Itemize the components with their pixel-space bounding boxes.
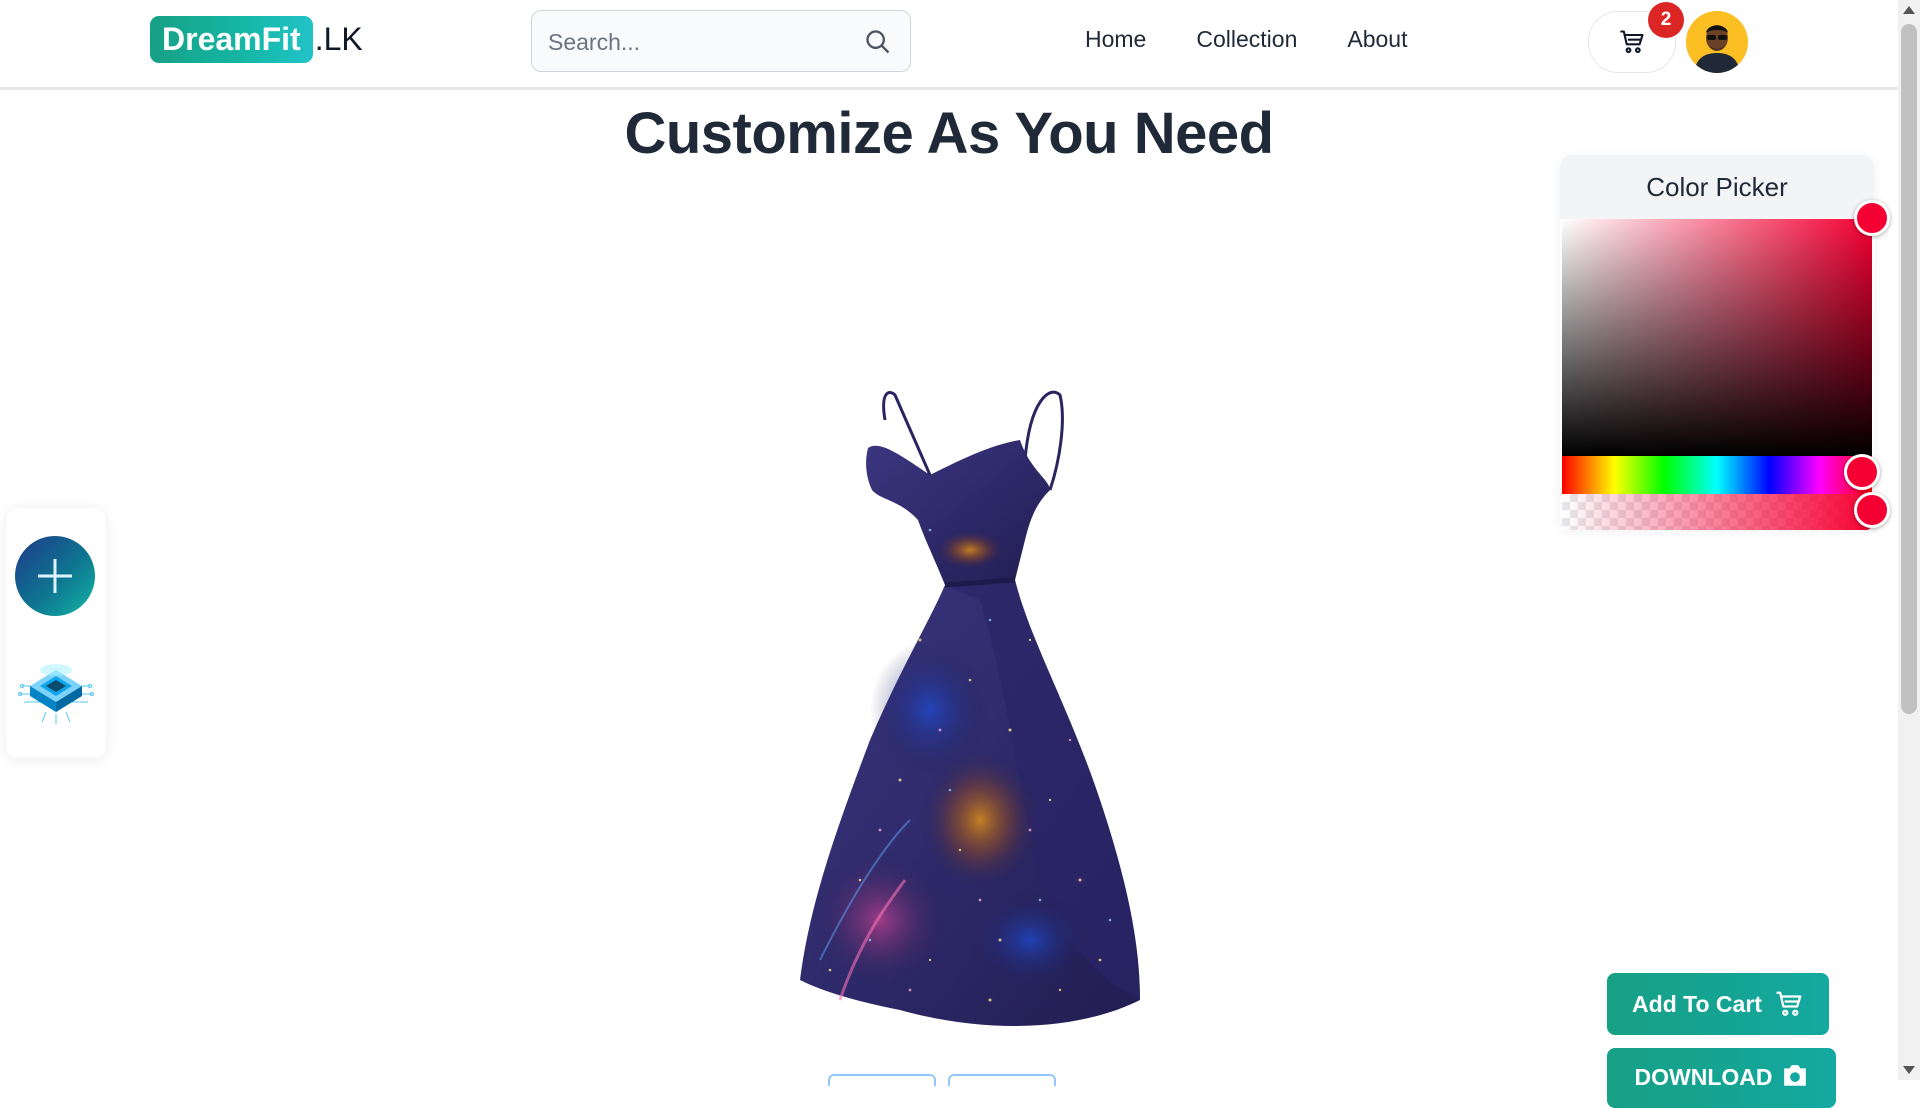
view-tab-2[interactable] xyxy=(948,1074,1056,1086)
nav-about[interactable]: About xyxy=(1347,26,1407,53)
cart-count-badge: 2 xyxy=(1648,2,1684,38)
add-to-cart-button[interactable]: Add To Cart xyxy=(1607,973,1829,1035)
download-button[interactable]: DOWNLOAD xyxy=(1607,1048,1836,1108)
main-nav: Home Collection About xyxy=(1085,26,1407,53)
scroll-up-arrow[interactable] xyxy=(1903,6,1915,14)
plus-icon xyxy=(38,559,72,593)
add-to-cart-label: Add To Cart xyxy=(1632,990,1762,1017)
color-picker-panel: Color Picker xyxy=(1560,155,1890,530)
alpha-slider[interactable] xyxy=(1562,494,1872,530)
saturation-area[interactable] xyxy=(1562,219,1872,456)
logo-suffix: .LK xyxy=(314,21,363,57)
nav-collection[interactable]: Collection xyxy=(1196,26,1297,53)
ai-chip-icon xyxy=(18,664,94,724)
logo[interactable]: DreamFit .LK xyxy=(150,16,363,63)
top-navbar: DreamFit .LK Home Collection About 2 xyxy=(0,0,1898,90)
view-tab-1[interactable] xyxy=(828,1074,936,1086)
search-icon[interactable] xyxy=(864,28,892,56)
ai-generate-button[interactable] xyxy=(16,656,96,726)
search-input[interactable] xyxy=(546,23,850,61)
hue-handle[interactable] xyxy=(1844,454,1880,490)
add-element-button[interactable] xyxy=(15,536,95,616)
scroll-thumb[interactable] xyxy=(1901,24,1917,714)
search-box xyxy=(531,10,911,72)
view-tabs xyxy=(828,1074,1056,1086)
alpha-handle[interactable] xyxy=(1854,492,1890,528)
logo-main: DreamFit xyxy=(150,16,313,63)
dress-3d-model[interactable] xyxy=(730,380,1170,1040)
cart-icon xyxy=(1776,991,1802,1016)
user-avatar[interactable] xyxy=(1686,11,1748,73)
hue-slider[interactable] xyxy=(1562,456,1872,494)
page-scrollbar[interactable] xyxy=(1898,0,1920,1080)
download-label: DOWNLOAD xyxy=(1634,1064,1773,1090)
saturation-handle[interactable] xyxy=(1854,200,1890,236)
camera-icon xyxy=(1784,1065,1807,1086)
side-toolbar xyxy=(6,508,106,758)
nav-home[interactable]: Home xyxy=(1085,26,1146,53)
cart-icon xyxy=(1620,30,1644,54)
scroll-down-arrow[interactable] xyxy=(1903,1066,1915,1074)
color-picker-title: Color Picker xyxy=(1560,155,1874,219)
